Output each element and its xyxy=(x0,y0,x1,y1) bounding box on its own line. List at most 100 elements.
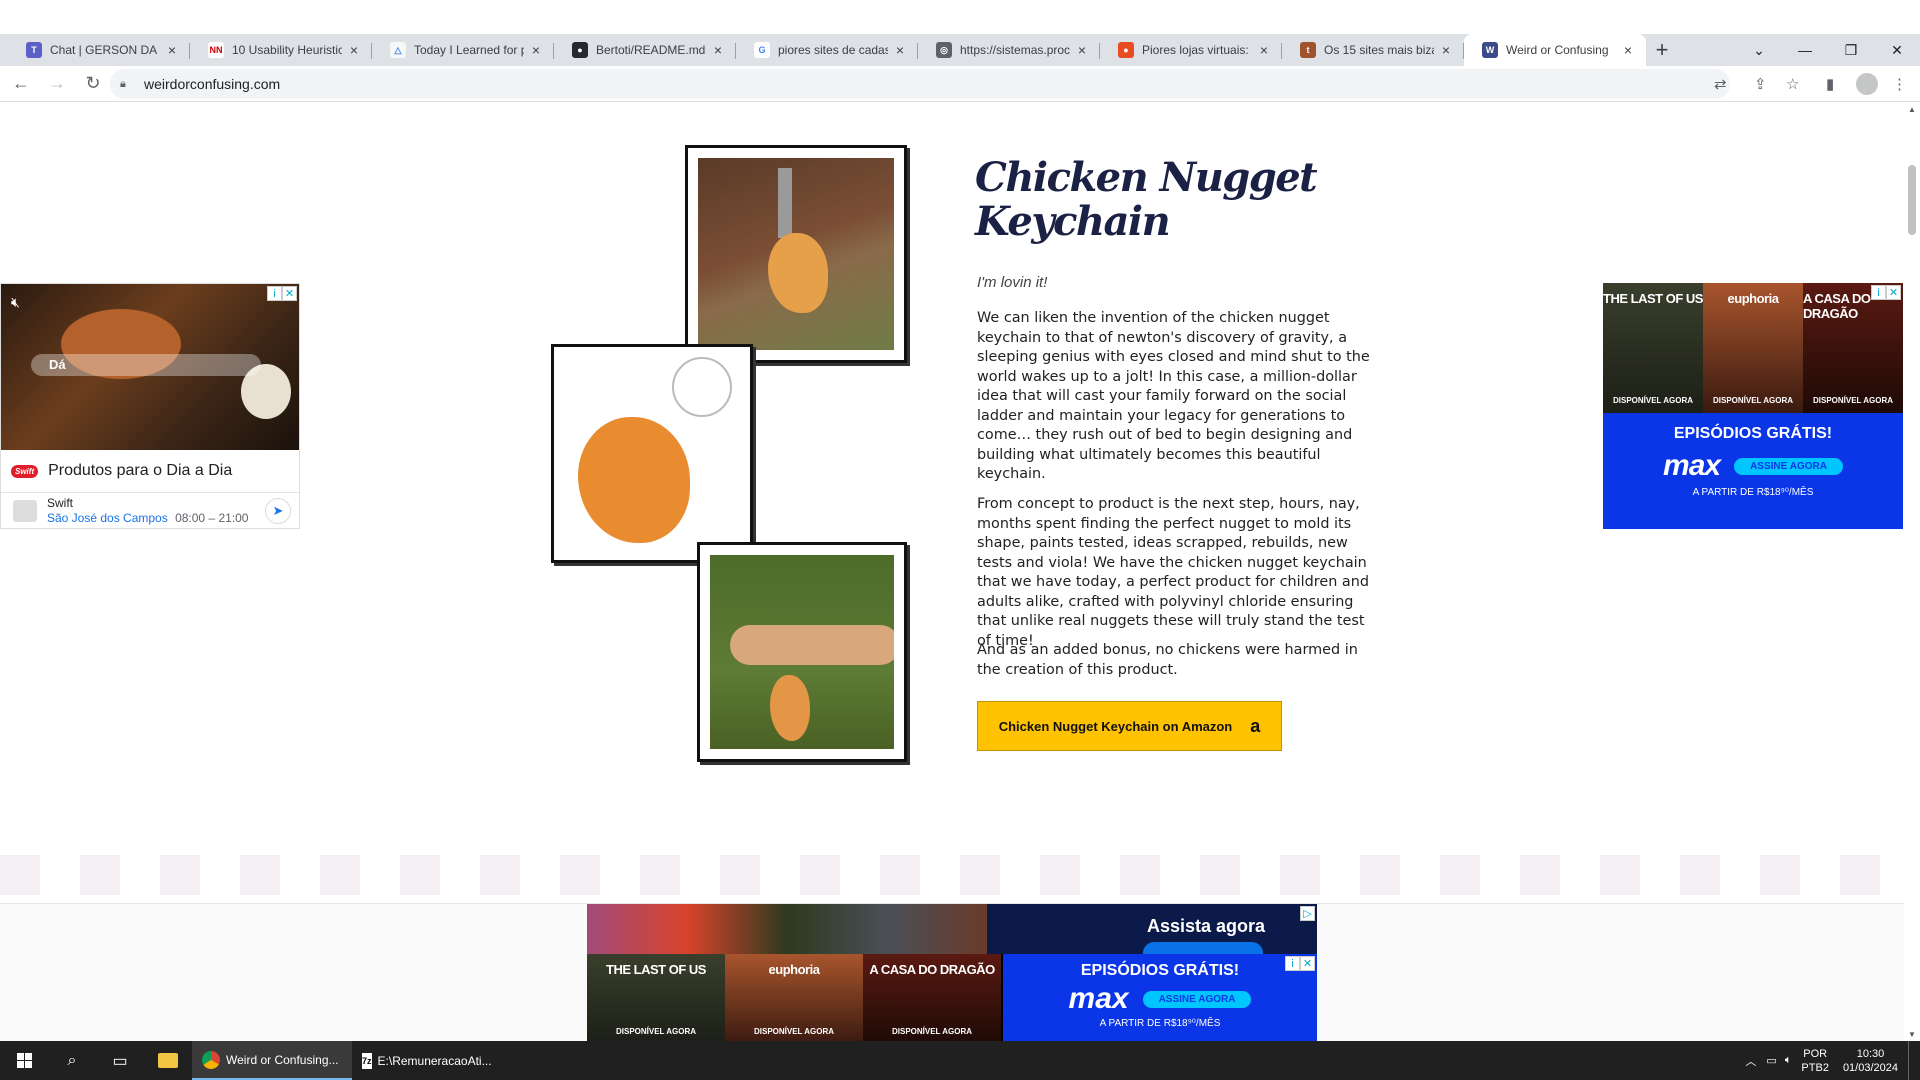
profile-avatar-icon[interactable] xyxy=(1856,69,1878,99)
adchoices-icon[interactable]: i xyxy=(1871,285,1886,300)
checker-square xyxy=(480,855,520,895)
max-price: A PARTIR DE R$18⁹⁰/MÊS xyxy=(1692,487,1814,498)
search-icon[interactable]: ⌕ xyxy=(48,1041,96,1080)
tab-close-icon[interactable]: × xyxy=(346,42,362,58)
bottom-max-headline: EPISÓDIOS GRÁTIS! xyxy=(1080,962,1240,979)
clock[interactable]: 10:30 01/03/2024 xyxy=(1843,1047,1898,1075)
menu-kebab-icon[interactable]: ⋮ xyxy=(1892,69,1907,99)
browser-tab[interactable]: t Os 15 sites mais bizar × xyxy=(1282,34,1464,66)
browser-tab[interactable]: ● Piores lojas virtuais: q × xyxy=(1100,34,1282,66)
store-hours: 08:00 – 21:00 xyxy=(175,511,249,525)
checker-square xyxy=(1760,855,1800,895)
task-view-icon[interactable]: ▭ xyxy=(96,1041,144,1080)
adchoices-icon[interactable]: i xyxy=(1285,956,1300,971)
forward-button[interactable]: → xyxy=(42,69,72,99)
ad-close-icon[interactable]: ✕ xyxy=(1886,285,1901,300)
disney-adchoices[interactable]: ▷ xyxy=(1300,906,1315,921)
close-window-button[interactable]: ✕ xyxy=(1874,34,1920,66)
show-desktop-button[interactable] xyxy=(1908,1041,1912,1080)
lock-icon[interactable]: 🔒︎ xyxy=(120,78,134,91)
max-show-poster: euphoria DISPONÍVEL AGORA xyxy=(1703,283,1803,413)
translate-icon[interactable]: ⇄ xyxy=(1714,69,1727,99)
ad-right-adchoices[interactable]: i ✕ xyxy=(1871,285,1901,300)
page-scrollbar[interactable]: ▲ ▼ xyxy=(1904,103,1920,1041)
directions-icon[interactable]: ➤ xyxy=(265,498,291,524)
max-show-poster: THE LAST OF US DISPONÍVEL AGORA xyxy=(1603,283,1703,413)
browser-tab[interactable]: ◎ https://sistemas.procu × xyxy=(918,34,1100,66)
tab-close-icon[interactable]: × xyxy=(528,42,544,58)
max-show-poster: THE LAST OF US DISPONÍVEL AGORA xyxy=(587,954,725,1041)
window-top-strip xyxy=(0,0,1920,34)
poster-caption: DISPONÍVEL AGORA xyxy=(1712,396,1793,405)
lang-top: POR xyxy=(1803,1047,1828,1060)
poster-title: THE LAST OF US xyxy=(1603,291,1703,306)
bookmark-star-icon[interactable]: ☆ xyxy=(1786,69,1799,99)
taskbar-app-chrome[interactable]: Weird or Confusing... xyxy=(192,1041,352,1080)
tray-chevron-icon[interactable]: ︿ xyxy=(1745,1053,1756,1069)
scroll-down-icon[interactable]: ▼ xyxy=(1908,1030,1916,1039)
adchoices-icon[interactable]: ▷ xyxy=(1300,906,1315,921)
share-icon[interactable]: ⇪ xyxy=(1754,69,1767,99)
tab-close-icon[interactable]: × xyxy=(1438,42,1454,58)
restore-button[interactable]: ❐ xyxy=(1828,34,1874,66)
windows-start-icon[interactable] xyxy=(0,1041,48,1080)
side-panel-icon[interactable]: ▮ xyxy=(1826,69,1834,99)
ad-right-max[interactable]: THE LAST OF US DISPONÍVEL AGORA euphoria DI… xyxy=(1603,283,1903,529)
file-explorer-icon[interactable] xyxy=(144,1041,192,1080)
browser-tab[interactable]: W Weird or Confusing × xyxy=(1464,34,1646,66)
max-cta-button[interactable]: ASSINE AGORA xyxy=(1734,457,1843,475)
bottom-max-price: A PARTIR DE R$18⁹⁰/MÊS xyxy=(1099,1018,1221,1029)
max-show-poster: A CASA DO DRAGÃO DISPONÍVEL AGORA xyxy=(863,954,1001,1041)
tab-close-icon[interactable]: × xyxy=(710,42,726,58)
checker-square xyxy=(1120,855,1160,895)
bottom-max-adchoices[interactable]: i ✕ xyxy=(1285,956,1315,971)
scrollbar-thumb[interactable] xyxy=(1908,165,1916,235)
new-tab-button[interactable]: + xyxy=(1646,34,1678,66)
bottom-max-cta-button[interactable]: ASSINE AGORA xyxy=(1142,990,1252,1008)
checker-square xyxy=(320,855,360,895)
mute-icon[interactable]: 🔇︎ xyxy=(11,294,20,311)
page-content: Chicken Nugget Keychain I'm lovin it! We… xyxy=(0,103,1904,1041)
tab-close-icon[interactable]: × xyxy=(1256,42,1272,58)
language-indicator[interactable]: POR PTB2 xyxy=(1801,1047,1829,1075)
tab-close-icon[interactable]: × xyxy=(892,42,908,58)
description-paragraph-2: From concept to product is the next step… xyxy=(977,496,1369,649)
checker-square xyxy=(880,855,920,895)
reload-button[interactable]: ↻ xyxy=(78,69,108,99)
address-bar[interactable]: 🔒︎ weirdorconfusing.com xyxy=(110,69,1730,99)
product-title: Chicken Nugget Keychain xyxy=(975,156,1335,244)
network-icon[interactable]: ▭ xyxy=(1766,1054,1776,1067)
taskbar-app-7zip[interactable]: 7z E:\RemuneracaoAti... xyxy=(352,1041,492,1080)
minimize-button[interactable]: — xyxy=(1782,34,1828,66)
amazon-buy-button[interactable]: Chicken Nugget Keychain on Amazon a xyxy=(977,701,1282,751)
map-pin-icon xyxy=(13,500,37,522)
back-button[interactable]: ← xyxy=(6,69,36,99)
tab-close-icon[interactable]: × xyxy=(164,42,180,58)
browser-tab[interactable]: △ Today I Learned for pr × xyxy=(372,34,554,66)
description-paragraph-1: We can liken the invention of the chicke… xyxy=(977,310,1370,482)
swift-logo: Swift xyxy=(11,464,39,478)
tab-search-icon[interactable]: ⌄ xyxy=(1736,34,1782,66)
tab-favicon-icon: △ xyxy=(390,42,406,58)
browser-tab[interactable]: Gpiores sites de cadast × xyxy=(736,34,918,66)
ad-close-icon[interactable]: ✕ xyxy=(1300,956,1315,971)
ad-bottom-max[interactable]: THE LAST OF US DISPONÍVEL AGORA euphoria DI… xyxy=(587,954,1317,1041)
ad-left-swift[interactable]: 🔇︎ Dá i ✕ Swift Produtos para o Dia a Dia… xyxy=(0,283,300,529)
poster-caption: DISPONÍVEL AGORA xyxy=(615,1027,696,1036)
max-headline: EPISÓDIOS GRÁTIS! xyxy=(1673,425,1833,442)
tab-close-icon[interactable]: × xyxy=(1620,42,1636,58)
browser-tab[interactable]: NN 10 Usability Heuristics × xyxy=(190,34,372,66)
volume-icon[interactable]: 🔈︎ xyxy=(1785,1054,1792,1067)
browser-tab[interactable]: ● Bertoti/README.md a × xyxy=(554,34,736,66)
adchoices-icon[interactable]: i xyxy=(267,286,282,301)
scroll-up-icon[interactable]: ▲ xyxy=(1908,105,1916,114)
ad-close-icon[interactable]: ✕ xyxy=(282,286,297,301)
tab-close-icon[interactable]: × xyxy=(1074,42,1090,58)
ad-left-adchoices[interactable]: i ✕ xyxy=(267,286,297,301)
taskbar-app-label: E:\RemuneracaoAti... xyxy=(377,1053,492,1068)
browser-tab[interactable]: T Chat | GERSON DA PE × xyxy=(8,34,190,66)
description-paragraph-3: And as an added bonus, no chickens were … xyxy=(977,642,1358,678)
max-logo: max xyxy=(1663,449,1721,482)
product-image-keychain xyxy=(551,344,753,563)
windows-taskbar: ⌕ ▭ Weird or Confusing... 7z E:\Remunera… xyxy=(0,1041,1920,1080)
